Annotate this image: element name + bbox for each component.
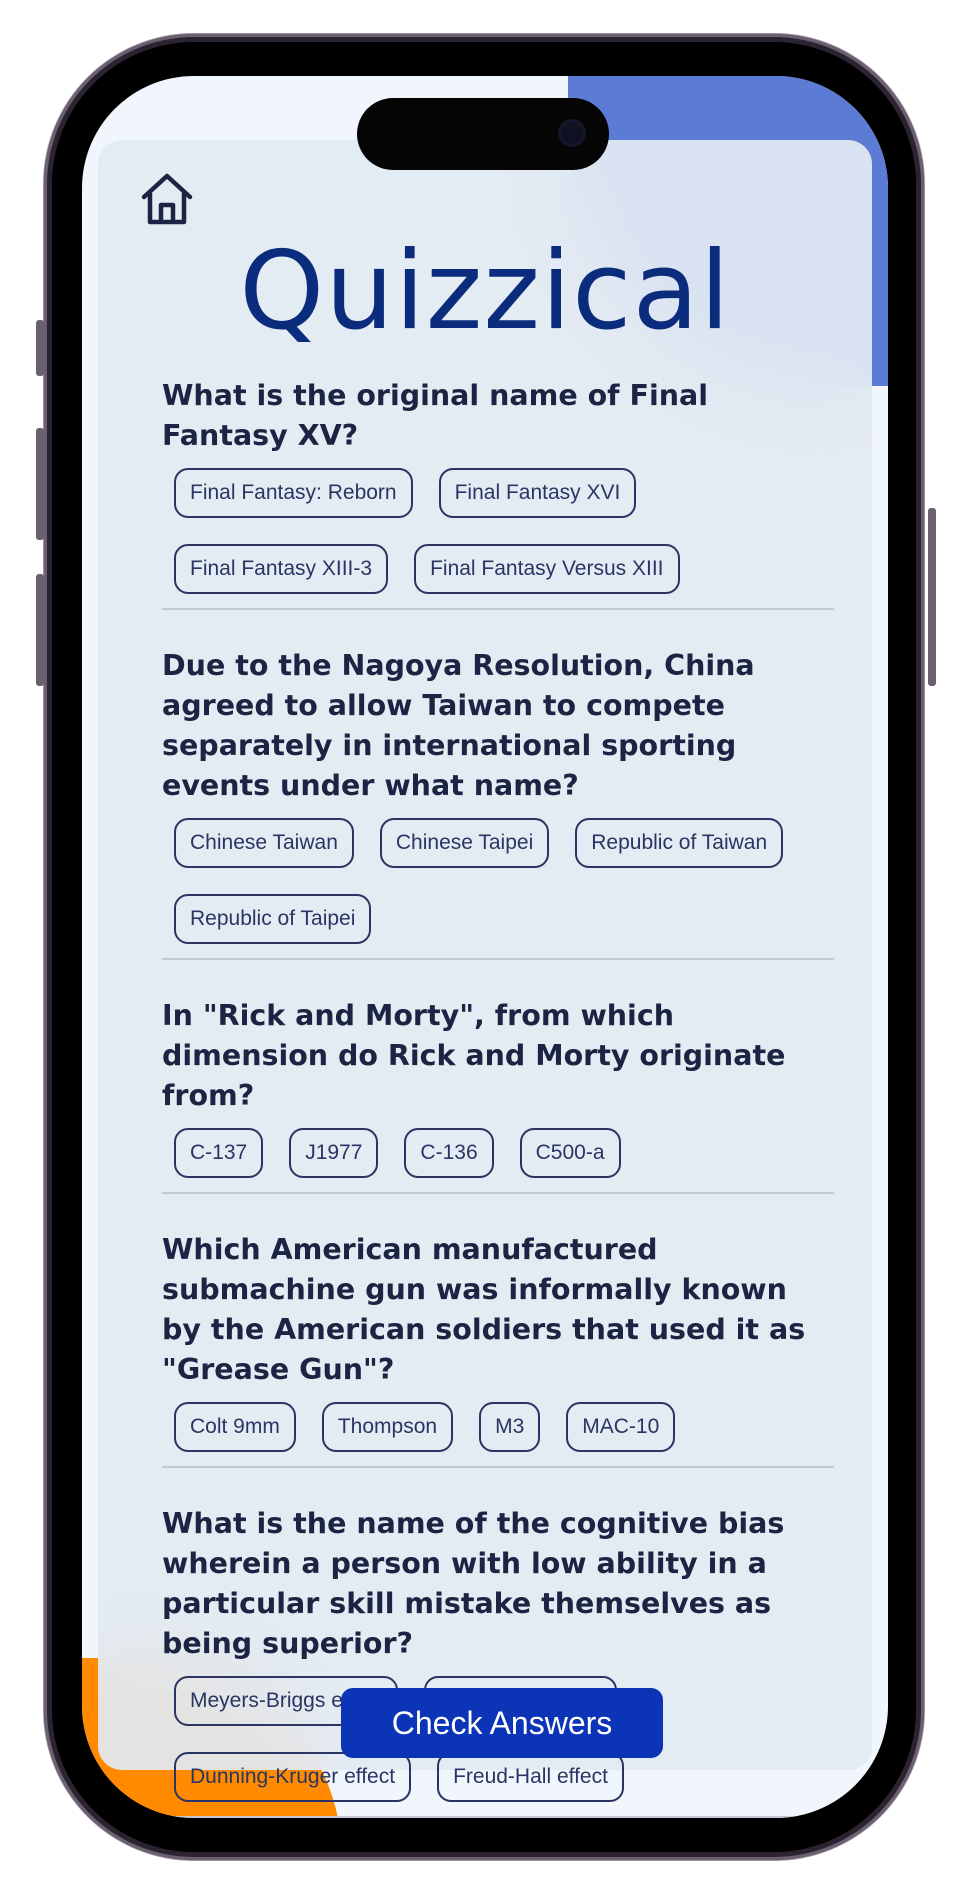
volume-down-button	[36, 574, 44, 686]
page-title: Quizzical	[239, 229, 731, 354]
answer-option[interactable]: Colt 9mm	[174, 1402, 296, 1452]
home-icon	[141, 173, 193, 225]
answer-option[interactable]: C500-a	[519, 1128, 621, 1178]
question-block: What is the original name of Final Fanta…	[162, 376, 834, 610]
answer-options: C-137 J1977 C-136 C500-a	[162, 1128, 834, 1178]
question-text: What is the original name of Final Fanta…	[162, 379, 709, 452]
answer-option[interactable]: Final Fantasy XIII-3	[174, 544, 389, 594]
question-text: Which American manufactured submachine g…	[162, 1233, 806, 1386]
check-answers-button[interactable]: Check Answers	[341, 1688, 663, 1758]
camera-lens	[561, 122, 583, 144]
phone-screen: Quizzical What is the original name of F…	[82, 76, 888, 1818]
answer-option[interactable]: Final Fantasy Versus XIII	[414, 544, 680, 594]
answer-option[interactable]: Final Fantasy XVI	[438, 468, 637, 518]
quiz-card: Quizzical What is the original name of F…	[98, 140, 872, 1818]
question-block: What is the name of the cognitive bias w…	[162, 1504, 834, 1818]
answer-option[interactable]: C-136	[404, 1128, 494, 1178]
answer-option[interactable]: Dunning-Kruger effect	[174, 1752, 412, 1802]
question-list: What is the original name of Final Fanta…	[162, 376, 852, 1818]
answer-option[interactable]: Thompson	[321, 1402, 454, 1452]
answer-options: Final Fantasy: Reborn Final Fantasy XVI Fi…	[162, 468, 834, 594]
answer-option[interactable]: Chinese Taiwan	[174, 818, 354, 868]
answer-option[interactable]: Republic of Taipei	[174, 894, 372, 944]
answer-option[interactable]: Chinese Taipei	[379, 818, 550, 868]
question-block: Which American manufactured submachine g…	[162, 1230, 834, 1468]
power-button	[928, 508, 936, 686]
answer-option[interactable]: Republic of Taiwan	[575, 818, 784, 868]
answer-options: Chinese Taiwan Chinese Taipei Republic of …	[162, 818, 834, 944]
answer-option[interactable]: MAC-10	[566, 1402, 676, 1452]
answer-option[interactable]: Freud-Hall effect	[437, 1752, 624, 1802]
question-text: Due to the Nagoya Resolution, China agre…	[162, 649, 755, 802]
question-block: Due to the Nagoya Resolution, China agre…	[162, 646, 834, 960]
volume-up-button	[36, 428, 44, 540]
question-text: What is the name of the cognitive bias w…	[162, 1507, 785, 1660]
answer-option[interactable]: C-137	[174, 1128, 264, 1178]
answer-options: Colt 9mm Thompson M3 MAC-10	[162, 1402, 834, 1452]
answer-option[interactable]: M3	[479, 1402, 541, 1452]
answer-option[interactable]: Final Fantasy: Reborn	[174, 468, 413, 518]
question-block: In "Rick and Morty", from which dimensio…	[162, 996, 834, 1194]
answer-option[interactable]: J1977	[289, 1128, 379, 1178]
dynamic-island	[357, 98, 609, 170]
home-button[interactable]	[138, 170, 196, 228]
question-text: In "Rick and Morty", from which dimensio…	[162, 999, 786, 1112]
action-button	[36, 320, 44, 376]
